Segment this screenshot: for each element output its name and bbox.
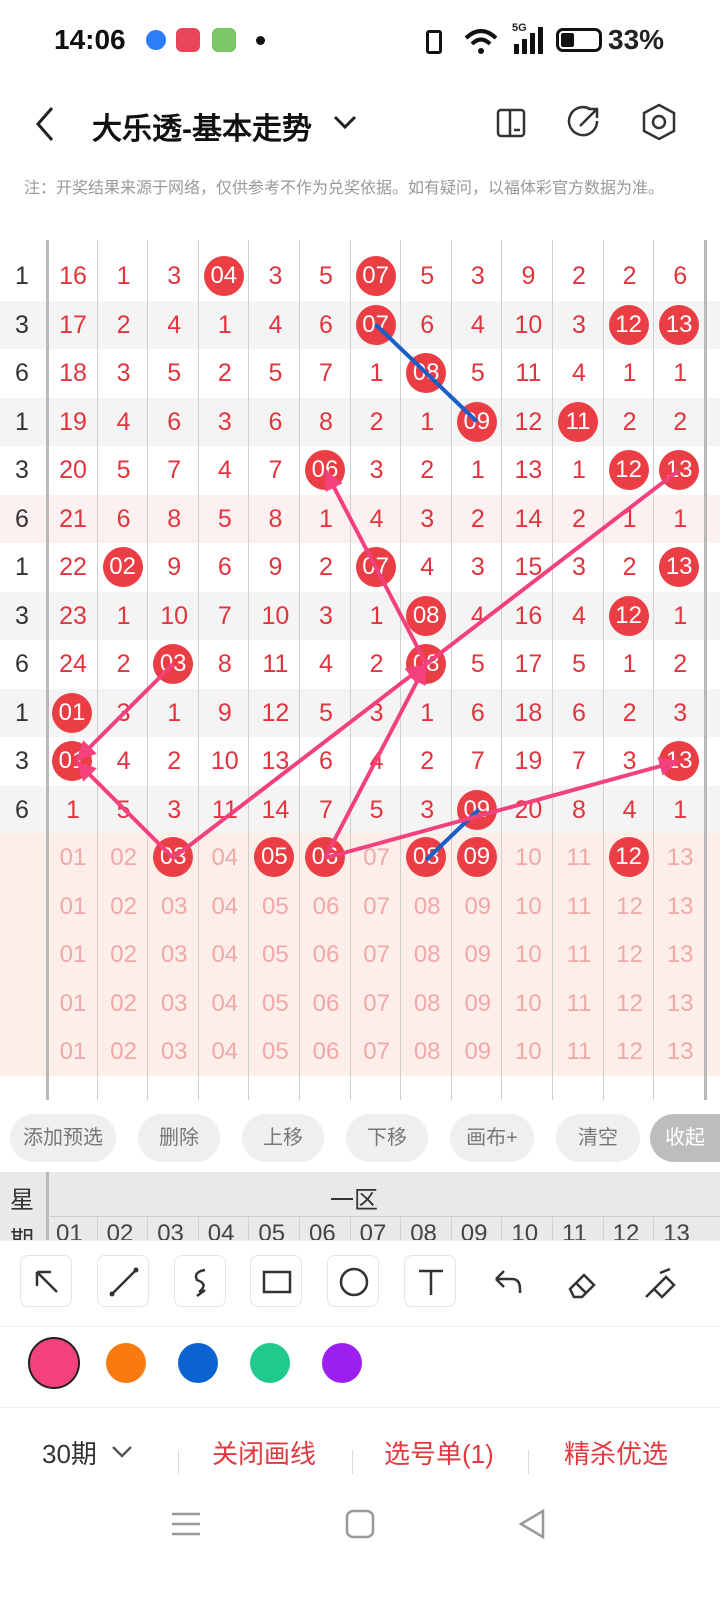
clear-button[interactable]: 清空 xyxy=(556,1114,640,1162)
canvas-plus-button[interactable]: 画布+ xyxy=(450,1114,534,1162)
zone-column-number: 09 xyxy=(460,1220,488,1242)
drawn-arrow xyxy=(323,663,428,859)
zone-divider xyxy=(501,1216,503,1242)
clear-canvas-icon[interactable] xyxy=(640,1263,680,1303)
collapse-button[interactable]: 收起 xyxy=(650,1114,720,1162)
zone-column-number: 01 xyxy=(56,1220,83,1242)
zone-divider xyxy=(450,1216,452,1242)
zone-column-number: 13 xyxy=(663,1220,690,1242)
zone-divider xyxy=(653,1216,655,1242)
zone-column-number: 10 xyxy=(511,1220,539,1242)
zone-column-number: 05 xyxy=(258,1220,286,1242)
color-swatch-green[interactable] xyxy=(250,1343,290,1383)
drawn-trend-line xyxy=(374,323,479,423)
add-preselect-button[interactable]: 添加预选 xyxy=(10,1114,116,1162)
zone-divider xyxy=(552,1216,553,1242)
text-tool-button[interactable] xyxy=(404,1255,456,1307)
zone-column-number: 03 xyxy=(157,1220,184,1242)
zone-divider xyxy=(349,1216,351,1242)
period-selector[interactable]: 30期 xyxy=(42,1434,97,1471)
drawn-arrow xyxy=(171,662,428,860)
drawn-arrow xyxy=(74,662,175,763)
freehand-tool-button[interactable] xyxy=(174,1255,226,1307)
delete-button[interactable]: 删除 xyxy=(138,1114,220,1162)
zone-column-number: 12 xyxy=(612,1220,640,1242)
drawn-arrow xyxy=(424,468,681,666)
drawn-arrowhead xyxy=(657,757,680,776)
rectangle-tool-button[interactable] xyxy=(250,1255,302,1307)
weekday-label: 星 xyxy=(10,1187,34,1214)
best-pick-button[interactable]: 精杀优选 xyxy=(564,1434,668,1471)
move-up-button[interactable]: 上移 xyxy=(242,1114,324,1162)
system-nav-bar xyxy=(0,1508,720,1604)
zone-column-number: 07 xyxy=(359,1220,387,1242)
zone-divider xyxy=(147,1216,149,1242)
home-icon[interactable] xyxy=(344,1508,376,1540)
zone-column-number: 02 xyxy=(106,1220,134,1242)
action-bar: 添加预选 删除 上移 下移 画布+ 清空 收起 xyxy=(0,1100,720,1172)
zone-divider xyxy=(248,1216,250,1242)
color-swatch-purple[interactable] xyxy=(322,1343,362,1383)
drawing-toolbar xyxy=(0,1240,720,1327)
pick-list-button[interactable]: 选号单(1) xyxy=(384,1434,494,1471)
drawn-arrow xyxy=(324,759,680,860)
color-swatch-pink[interactable] xyxy=(28,1337,80,1389)
circle-tool-button[interactable] xyxy=(327,1255,379,1307)
drawn-arrow xyxy=(323,469,428,665)
zone-divider xyxy=(400,1216,402,1242)
undo-icon[interactable] xyxy=(488,1265,528,1301)
eraser-icon[interactable] xyxy=(562,1263,602,1303)
line-tool-button[interactable] xyxy=(97,1255,149,1307)
zone-column-number: 11 xyxy=(562,1220,587,1242)
zone-column-number: 06 xyxy=(309,1220,336,1242)
zone-column-number: 08 xyxy=(410,1220,437,1242)
bottom-bar: 30期 关闭画线 选号单(1) 精杀优选 xyxy=(0,1406,720,1506)
chevron-down-icon[interactable] xyxy=(110,1442,134,1462)
color-swatch-orange[interactable] xyxy=(106,1343,146,1383)
zone-divider xyxy=(299,1216,300,1242)
weekday-label: 期 xyxy=(10,1227,34,1242)
close-drawing-button[interactable]: 关闭画线 xyxy=(212,1434,316,1471)
drawn-arrow xyxy=(74,759,175,860)
color-swatch-blue[interactable] xyxy=(178,1343,218,1383)
color-picker xyxy=(0,1326,720,1408)
zone-label: 一区 xyxy=(330,1187,378,1214)
back-nav-icon[interactable] xyxy=(516,1508,548,1540)
menu-icon[interactable] xyxy=(170,1510,202,1538)
zone-header: 星 期 一区 01 02 03 04 05 06 07 08 09 10 11 12 13 xyxy=(0,1172,720,1242)
move-down-button[interactable]: 下移 xyxy=(346,1114,428,1162)
zone-divider xyxy=(602,1216,604,1242)
zone-divider xyxy=(197,1216,199,1242)
zone-column-number: 04 xyxy=(207,1220,235,1242)
arrow-tool-button[interactable] xyxy=(20,1255,72,1307)
zone-divider xyxy=(96,1216,98,1242)
drawing-canvas[interactable] xyxy=(0,0,720,1100)
